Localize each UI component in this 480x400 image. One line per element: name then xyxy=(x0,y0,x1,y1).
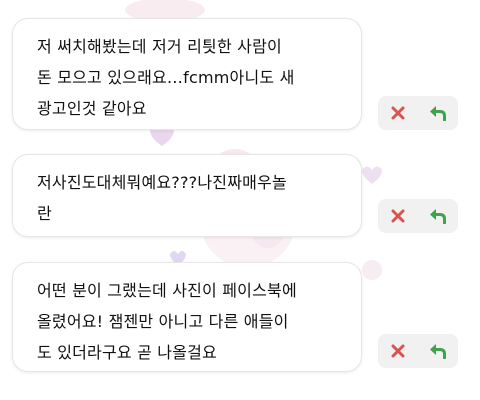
reply-button[interactable] xyxy=(418,96,458,130)
message-line: 저사진도대체뭐예요???나진짜매우놀 xyxy=(37,173,287,192)
message-line: 돈 모으고 있으래요…fcmm아니도 새 xyxy=(37,68,295,87)
close-x-icon xyxy=(391,106,405,120)
message-line: 저 써치해봤는데 저거 리틧한 사람이 xyxy=(37,37,282,56)
message-line: 란 xyxy=(37,204,52,223)
message-line: 어떤 분이 그랬는데 사진이 페이스북에 xyxy=(37,281,297,300)
message-actions xyxy=(378,96,458,130)
message-bubble: 저 써치해봤는데 저거 리틧한 사람이 돈 모으고 있으래요…fcmm아니도 새… xyxy=(12,18,362,130)
message-line: 올렸어요! 잼젠만 아니고 다른 애들이 xyxy=(37,312,289,331)
close-x-icon xyxy=(391,344,405,358)
reject-button[interactable] xyxy=(378,334,418,368)
message-line: 광고인것 같아요 xyxy=(37,99,147,118)
reject-button[interactable] xyxy=(378,199,418,233)
reply-arrow-icon xyxy=(430,106,446,121)
reply-button[interactable] xyxy=(418,334,458,368)
message-bubble: 저사진도대체뭐예요???나진짜매우놀 란 xyxy=(12,154,362,237)
message-actions xyxy=(378,199,458,233)
reply-button[interactable] xyxy=(418,199,458,233)
reply-arrow-icon xyxy=(430,209,446,224)
message-bubble: 어떤 분이 그랬는데 사진이 페이스북에 올렸어요! 잼젠만 아니고 다른 애들… xyxy=(12,262,362,372)
reply-arrow-icon xyxy=(430,344,446,359)
message-actions xyxy=(378,334,458,368)
close-x-icon xyxy=(391,209,405,223)
reject-button[interactable] xyxy=(378,96,418,130)
message-line: 도 있더라구요 곧 나올걸요 xyxy=(37,343,217,362)
